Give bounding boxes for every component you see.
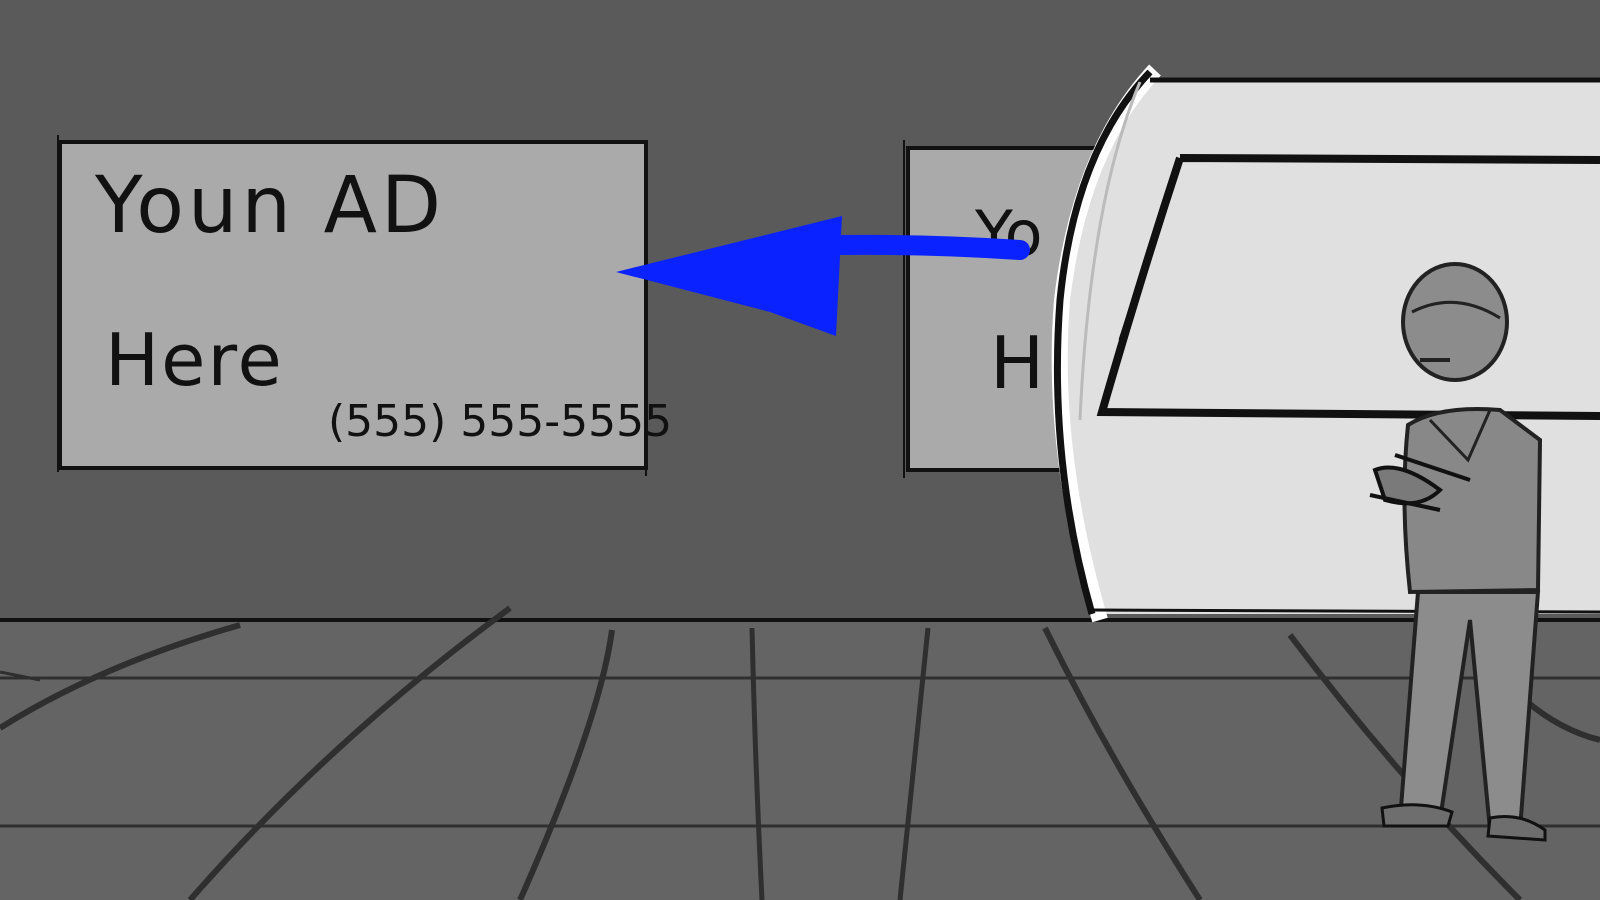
ad-headline-line2: Here [105,318,284,402]
billboard-left: Youn AD Here (555) 555-5555 [57,135,672,476]
ad-phone-number: (555) 555-5555 [328,396,672,447]
ad-headline-line2-partial: H [990,321,1044,405]
platform-floor [0,605,1600,900]
ad-headline-line1: Youn AD [94,161,445,251]
storyboard-frame: Youn AD Here (555) 555-5555 Yo H [0,0,1600,900]
